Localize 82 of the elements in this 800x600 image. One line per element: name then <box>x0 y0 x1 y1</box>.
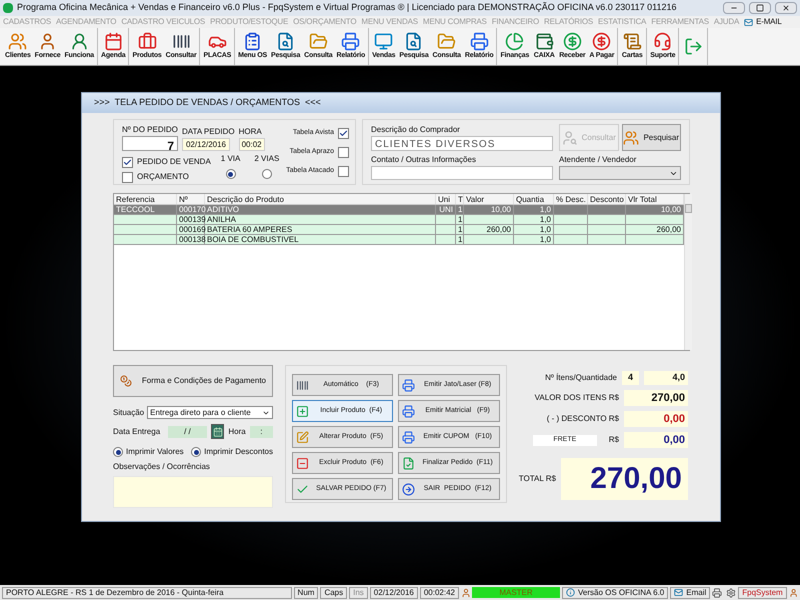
total-field: 270,00 <box>561 458 688 500</box>
table-row[interactable]: 000169 BATERIA 60 AMPERES 1 260,00 1,0 260,00 <box>114 225 684 235</box>
table-cell: 000138 <box>177 235 205 244</box>
column-header[interactable]: Descrição do Produto <box>205 194 436 204</box>
field-label: Nº DO PEDIDO <box>122 124 178 136</box>
radio-label: 2 VIAS <box>254 153 280 165</box>
radio-label: 1 VIA <box>220 153 240 165</box>
field-label: Data Entrega <box>113 426 160 438</box>
radio-label: Imprimir Descontos <box>204 446 273 458</box>
table-cell: 1 <box>456 215 464 224</box>
table-cell: 000170 <box>177 205 205 214</box>
table-cell: 1 <box>456 225 464 234</box>
table-cell: ADITIVO <box>205 205 436 214</box>
table-cell: 1,0 <box>514 225 554 234</box>
version-status: Versão OS OFICINA 6.0 <box>562 586 668 598</box>
time-field[interactable]: 00:02 <box>238 138 265 151</box>
table-row[interactable]: TECCOOL 000170 ADITIVO UNI 1 10,00 1,0 10,00 <box>114 205 684 215</box>
table-cell: 1,0 <box>514 235 554 244</box>
table-cell: UNI <box>436 205 456 214</box>
field-label: DATA PEDIDO <box>182 126 235 138</box>
total-label: ( - ) DESCONTO R$ <box>546 413 619 425</box>
order-number-field[interactable]: 7 <box>122 136 178 151</box>
table-cell: 000169 <box>177 225 205 234</box>
freight-value-field: 0,00 <box>624 432 688 448</box>
checkbox-label: ORÇAMENTO <box>137 171 189 183</box>
column-header[interactable]: Quantia <box>514 194 554 204</box>
table-cell: 000139 <box>177 215 205 224</box>
field-label: Descrição do Comprador <box>371 124 461 136</box>
items-value-field: 270,00 <box>624 390 688 406</box>
column-header[interactable]: % Desc. <box>554 194 588 204</box>
column-header[interactable]: Desconto <box>588 194 626 204</box>
field-label: Contato / Outras Informações <box>371 154 477 166</box>
table-cell: 1,0 <box>514 205 554 214</box>
field-label: HORA <box>238 126 263 138</box>
window-title: Programa Oficina Mecânica + Vendas e Financeiro v6.0 Plus - FpqSystem e Virtual Programas ® | Licenciado para DEMONSTRAÇÃO OFICINA v6.0 230117 011216 <box>17 1 678 14</box>
status-text: PORTO ALEGRE - RS 1 de Dezembro de 2016 - Quinta-feira <box>2 586 292 598</box>
radio-label: Imprimir Valores <box>126 446 184 458</box>
checkbox-label: PEDIDO DE VENDA <box>137 156 211 168</box>
delivery-date-field[interactable]: / / <box>168 426 207 438</box>
total-label: VALOR DOS ITENS R$ <box>534 392 619 404</box>
quantity-field: 4,0 <box>644 371 688 385</box>
table-cell: ANILHA <box>205 215 436 224</box>
table-cell: BATERIA 60 AMPERES <box>205 225 436 234</box>
status-text: Caps <box>320 586 348 598</box>
items-count-field: 4 <box>622 371 639 385</box>
table-row[interactable]: 000139 ANILHA 1 1,0 <box>114 215 684 225</box>
column-header[interactable]: Nº <box>177 194 205 204</box>
date-field[interactable]: 02/12/2016 <box>182 138 230 151</box>
total-label: TOTAL R$ <box>518 473 556 485</box>
buyer-field[interactable]: CLIENTES DIVERSOS <box>371 136 553 151</box>
table-cell: 10,00 <box>464 205 514 214</box>
brand-status: FpqSystem <box>738 586 787 598</box>
total-label: R$ <box>608 434 619 446</box>
dialog-title: >>> TELA PEDIDO DE VENDAS / ORÇAMENTOS <<< <box>94 96 321 110</box>
table-cell: 1 <box>456 205 464 214</box>
delivery-time-field[interactable]: : <box>250 426 273 438</box>
total-label: Nº Ítens/Quantidade <box>545 372 617 384</box>
field-label: Hora <box>228 426 246 438</box>
payment-button[interactable]: Forma e Condições de Pagamento <box>113 365 273 397</box>
situation-dropdown[interactable]: Entrega direto para o cliente <box>147 406 273 419</box>
table-cell: TECCOOL <box>114 205 177 214</box>
field-label: Situação <box>113 406 144 418</box>
table-cell: 1,0 <box>514 215 554 224</box>
email-status[interactable]: Email <box>670 586 710 598</box>
column-header[interactable]: Uni <box>436 194 456 204</box>
menu-item[interactable]: E-MAIL <box>744 16 782 28</box>
table-cell: 1 <box>456 235 464 244</box>
table-cell: 260,00 <box>464 225 514 234</box>
status-text: 02/12/2016 <box>370 586 418 598</box>
column-header[interactable]: Referencia <box>114 194 177 204</box>
discount-field: 0,00 <box>624 411 688 427</box>
table-cell: BOIA DE COMBUSTIVEL <box>205 235 436 244</box>
status-text: Num <box>294 586 318 598</box>
column-header[interactable]: Valor <box>464 194 514 204</box>
table-row[interactable]: 000138 BOIA DE COMBUSTIVEL 1 1,0 <box>114 235 684 245</box>
field-label: Observações / Ocorrências <box>113 461 211 473</box>
status-text: 00:02:42 <box>420 586 459 598</box>
field-label: Atendente / Vendedor <box>559 154 638 166</box>
search-button[interactable]: Pesquisar <box>622 124 681 152</box>
user-status: MASTER <box>472 587 560 598</box>
status-text: Ins <box>349 586 368 598</box>
column-header[interactable]: T <box>456 194 464 204</box>
